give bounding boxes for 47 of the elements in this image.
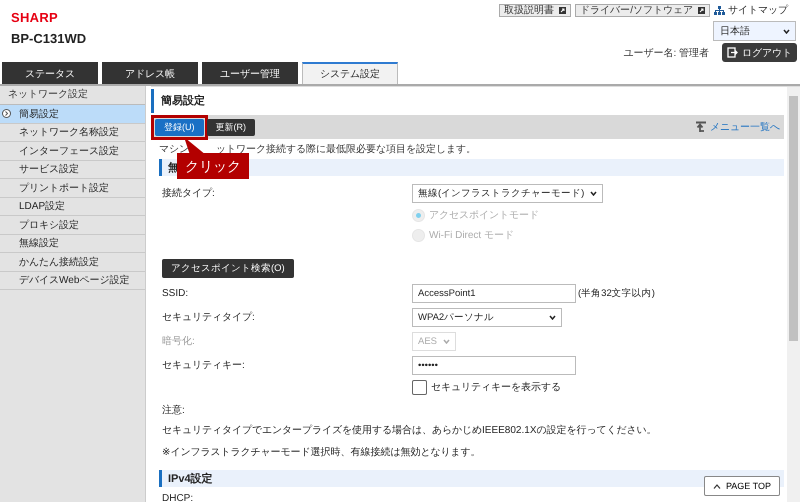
field-hint: (半角32文字以内) — [578, 286, 655, 300]
sidebar-item[interactable]: プリントポート設定 — [0, 179, 145, 198]
sidebar-item[interactable]: LDAP設定 — [0, 198, 145, 216]
search-access-point-button[interactable]: アクセスポイント検索(O) — [162, 258, 294, 278]
sidebar-item[interactable]: デバイスWebページ設定 — [0, 272, 145, 290]
select-field[interactable]: 無線(インフラストラクチャーモード) — [412, 184, 604, 202]
field-label: 暗号化: — [162, 334, 196, 348]
checkbox-label: セキュリティキーを表示する — [431, 380, 561, 394]
select-field[interactable]: WPA2パーソナル — [412, 308, 562, 326]
field-label: SSID: — [162, 288, 190, 298]
nav-tab[interactable]: ステータス — [2, 62, 98, 84]
sidebar-item[interactable]: 簡易設定 — [0, 105, 145, 124]
note-heading: 注意: — [162, 404, 186, 418]
sidebar-item[interactable]: インターフェース設定 — [0, 142, 145, 160]
page-top-button[interactable]: PAGE TOP — [704, 476, 780, 496]
note-text: ※インフラストラクチャーモード選択時、有線接続は無効となります。 — [162, 446, 482, 460]
header-link[interactable]: 取扱説明書 — [499, 4, 572, 16]
action-button[interactable]: 登録(U) — [155, 118, 204, 136]
nav-tab[interactable]: システム設定 — [302, 62, 398, 84]
description-text: ットワーク接続する際に最低限必要な項目を設定します。 — [216, 142, 476, 156]
note-text: セキュリティタイプでエンタープライズを使用する場合は、あらかじめIEEE802.1Xの設定を行ってください。 — [162, 424, 658, 438]
sidebar-item[interactable]: サービス設定 — [0, 160, 145, 179]
input-field[interactable]: AccessPoint1 — [412, 284, 576, 302]
field-label: DHCP: — [162, 493, 194, 502]
user-name: ユーザー名: 管理者 — [623, 46, 709, 60]
menu-list-link[interactable]: メニュー一覧へ — [710, 120, 780, 134]
model-name: BP-C131WD — [11, 32, 86, 46]
sidebar-item[interactable]: ネットワーク名称設定 — [0, 124, 145, 142]
nav-tab[interactable]: アドレス帳 — [102, 62, 198, 84]
header-link[interactable]: ドライバー/ソフトウェア — [575, 4, 710, 16]
nav-tab[interactable]: ユーザー管理 — [202, 62, 298, 84]
radio-label: アクセスポイントモード — [429, 209, 539, 222]
field-label: セキュリティタイプ: — [162, 310, 256, 324]
description-text: マシン — [159, 143, 189, 156]
sidebar-item[interactable]: 無線設定 — [0, 234, 145, 253]
field-label: 接続タイプ: — [162, 186, 216, 200]
logout-button[interactable]: ログアウト — [722, 43, 797, 62]
field-label: セキュリティキー: — [162, 359, 246, 372]
radio-label: Wi-Fi Direct モード — [429, 229, 514, 242]
section-heading: IPv4設定 — [168, 472, 213, 486]
brand-logo: SHARP — [11, 11, 60, 24]
sitemap-link[interactable]: サイトマップ — [728, 3, 788, 17]
input-field[interactable]: •••••• — [412, 356, 576, 374]
sidebar-item[interactable]: かんたん接続設定 — [0, 253, 145, 272]
action-button[interactable]: 更新(R) — [206, 118, 255, 136]
language-select[interactable]: 日本語 — [713, 21, 796, 41]
sidebar-item[interactable]: プロキシ設定 — [0, 216, 145, 234]
